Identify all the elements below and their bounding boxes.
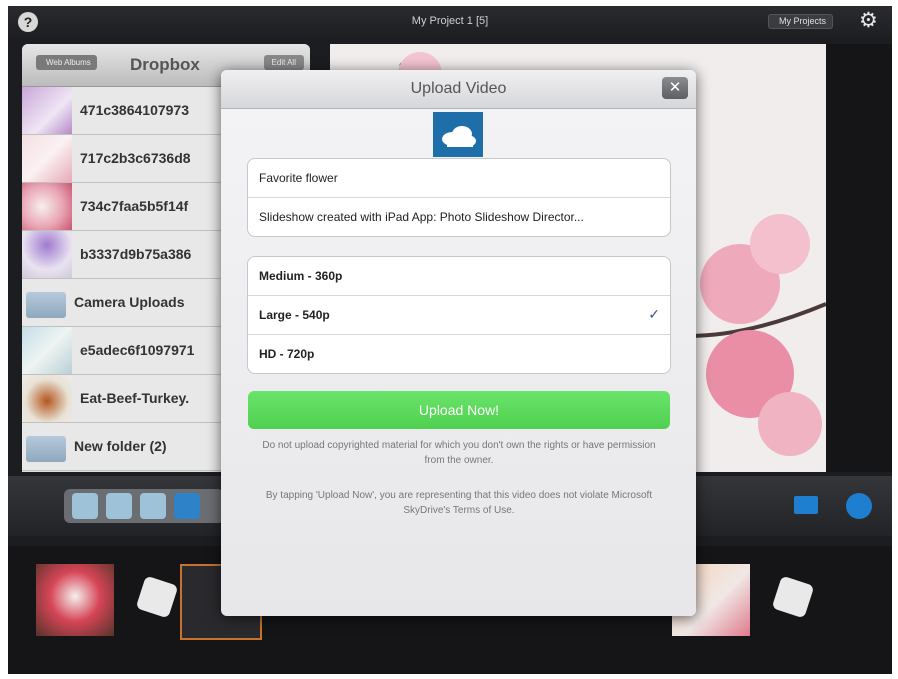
- video-title-field[interactable]: Favorite flower: [248, 159, 670, 198]
- close-button[interactable]: ✕: [662, 77, 688, 99]
- quality-options-group: Medium - 360p Large - 540p ✓ HD - 720p: [247, 256, 671, 374]
- video-description-field[interactable]: Slideshow created with iPad App: Photo S…: [248, 198, 670, 236]
- upload-video-dialog: Upload Video ✕ Favorite flower Slideshow…: [221, 70, 696, 616]
- quality-option-label: Medium - 360p: [259, 269, 343, 283]
- quality-option-medium[interactable]: Medium - 360p: [248, 257, 670, 296]
- quality-option-hd[interactable]: HD - 720p: [248, 335, 670, 373]
- checkmark-icon: ✓: [648, 306, 660, 322]
- video-title-value: Favorite flower: [259, 171, 338, 185]
- dialog-overlay: Upload Video ✕ Favorite flower Slideshow…: [0, 0, 898, 679]
- quality-option-label: Large - 540p: [259, 308, 330, 322]
- quality-option-label: HD - 720p: [259, 347, 315, 361]
- quality-option-large[interactable]: Large - 540p ✓: [248, 296, 670, 335]
- video-details-group: Favorite flower Slideshow created with i…: [247, 158, 671, 237]
- dialog-title: Upload Video: [410, 80, 507, 97]
- copyright-notice: Do not upload copyrighted material for w…: [262, 440, 656, 466]
- upload-now-button[interactable]: Upload Now!: [248, 391, 670, 429]
- skydrive-logo-icon: [433, 112, 483, 157]
- terms-notice: By tapping 'Upload Now', you are represe…: [265, 490, 653, 516]
- video-description-value: Slideshow created with iPad App: Photo S…: [259, 210, 584, 224]
- dialog-header: Upload Video ✕: [221, 70, 696, 109]
